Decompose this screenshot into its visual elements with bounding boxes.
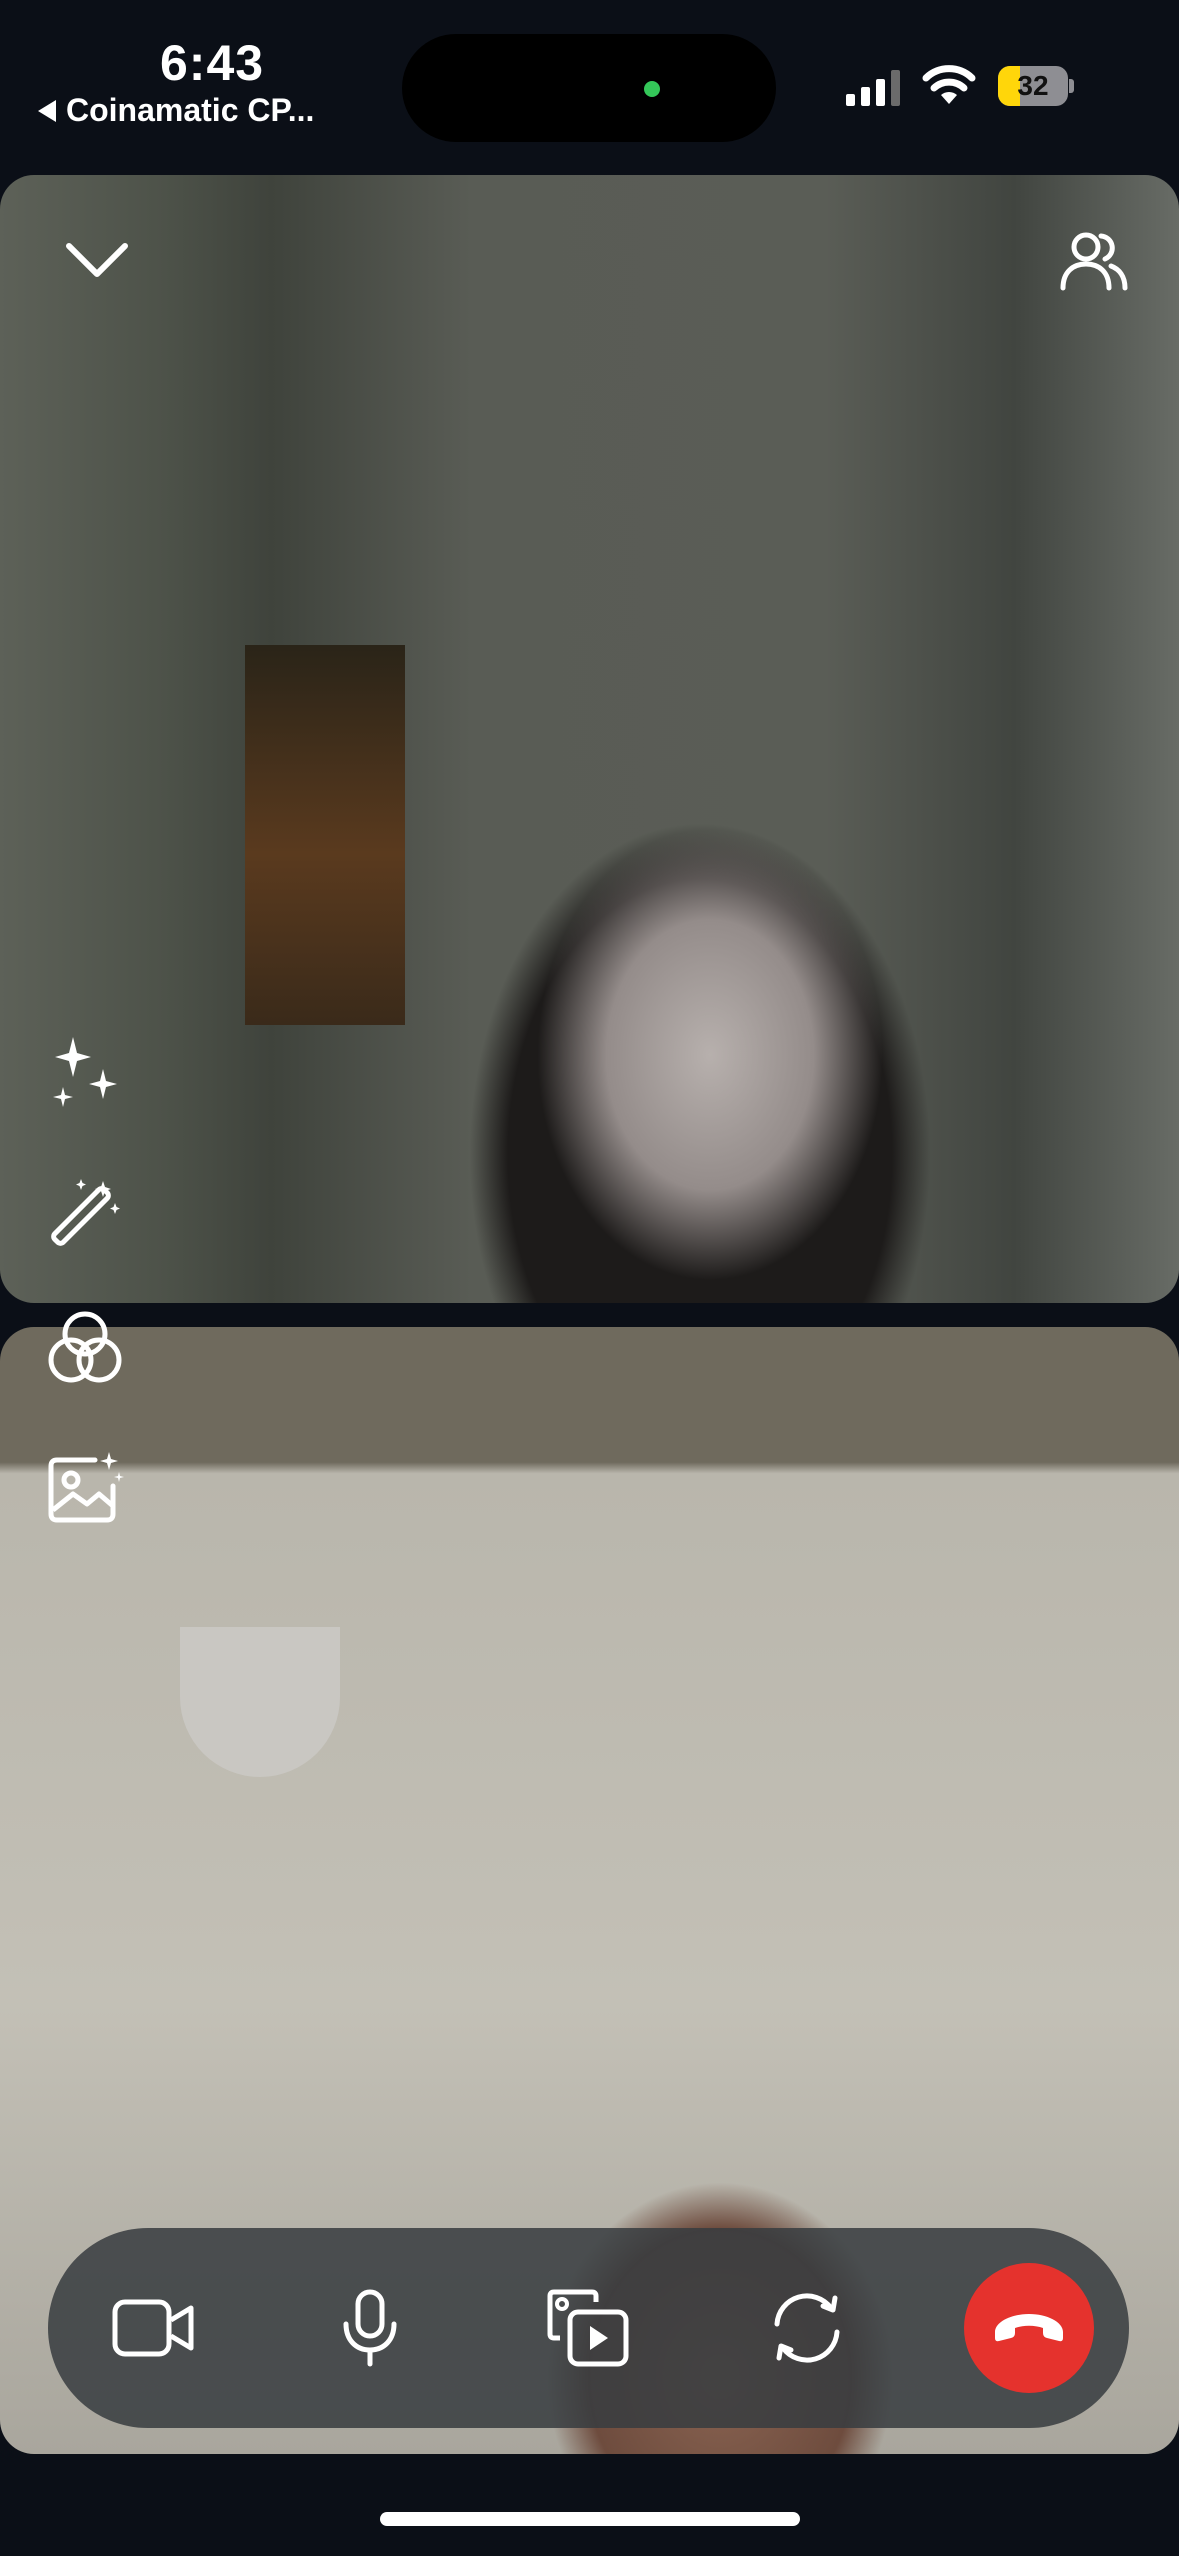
- battery-indicator: 32: [998, 66, 1074, 106]
- background-button[interactable]: [42, 1445, 128, 1531]
- microphone-icon: [343, 2289, 397, 2367]
- wall-lamp: [180, 1627, 340, 1777]
- collapse-call-button[interactable]: [60, 235, 134, 285]
- end-call-icon: [995, 2314, 1063, 2342]
- magic-wand-icon: [51, 1179, 120, 1246]
- battery-percent: 32: [1017, 70, 1049, 101]
- effects-button[interactable]: [42, 1030, 128, 1116]
- sparkles-icon: [53, 1037, 117, 1107]
- participants-button[interactable]: [1056, 225, 1132, 295]
- status-bar: 6:43 Coinamatic CP... 32: [0, 0, 1179, 175]
- end-call-button[interactable]: [964, 2263, 1094, 2393]
- filters-button[interactable]: [42, 1305, 128, 1391]
- touch-up-button[interactable]: [42, 1170, 128, 1256]
- flip-camera-button[interactable]: [757, 2278, 857, 2378]
- back-arrow-icon: [38, 99, 56, 122]
- home-indicator[interactable]: [380, 2512, 800, 2526]
- call-controls-bar: [48, 2228, 1129, 2428]
- background-window: [245, 645, 405, 1025]
- remote-video-feed: [0, 175, 1179, 1303]
- back-app-label: Coinamatic CP...: [66, 92, 315, 128]
- toggle-video-button[interactable]: [103, 2278, 203, 2378]
- people-icon: [1060, 232, 1128, 291]
- camera-in-use-indicator: [644, 81, 660, 97]
- chevron-down-icon: [66, 243, 128, 277]
- toggle-mic-button[interactable]: [320, 2278, 420, 2378]
- back-to-app-link[interactable]: Coinamatic CP...: [38, 92, 314, 129]
- filters-icon: [48, 1311, 122, 1383]
- dynamic-island: [402, 34, 776, 142]
- share-screen-button[interactable]: [538, 2278, 638, 2378]
- background-icon: [48, 1452, 124, 1523]
- share-screen-icon: [547, 2289, 629, 2367]
- video-camera-icon: [112, 2299, 194, 2357]
- flip-camera-icon: [774, 2293, 840, 2363]
- status-time: 6:43: [160, 35, 265, 91]
- cellular-signal-icon: [846, 70, 900, 106]
- wifi-icon: [922, 65, 976, 104]
